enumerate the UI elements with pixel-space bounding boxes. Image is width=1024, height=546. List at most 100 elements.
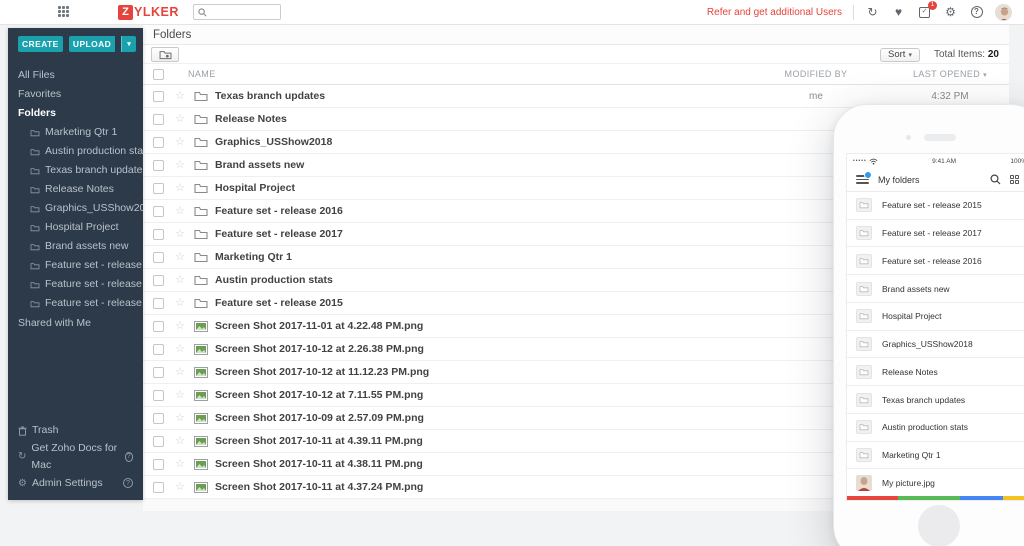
favorite-star-icon[interactable]: ☆ [175, 412, 187, 424]
list-item[interactable]: Graphics_USShow2018 [847, 331, 1024, 359]
favorite-star-icon[interactable]: ☆ [175, 366, 187, 378]
sidebar-item-folders[interactable]: Folders [8, 104, 143, 123]
help-button[interactable]: ? [969, 5, 984, 20]
menu-icon[interactable] [856, 171, 872, 184]
search-icon[interactable] [990, 174, 1001, 185]
list-item[interactable]: Feature set - release 2015 [847, 192, 1024, 220]
sidebar-folder-item[interactable]: Marketing Qtr 1 [8, 123, 143, 142]
user-avatar[interactable] [995, 3, 1012, 21]
row-checkbox[interactable] [153, 251, 164, 263]
upload-button[interactable]: UPLOAD [68, 36, 116, 52]
help-circle-icon[interactable]: ? [123, 478, 133, 489]
row-checkbox[interactable] [153, 297, 164, 309]
favorite-star-icon[interactable]: ☆ [175, 90, 187, 102]
sidebar-folder-item[interactable]: Feature set - release 2016 [8, 256, 143, 275]
favorite-star-icon[interactable]: ☆ [175, 320, 187, 332]
row-checkbox[interactable] [153, 320, 164, 332]
sidebar-folder-item[interactable]: Feature set - release 2017 [8, 275, 143, 294]
favorite-star-icon[interactable]: ☆ [175, 251, 187, 263]
apps-grid-icon[interactable] [58, 6, 70, 18]
sidebar-folder-item[interactable]: Release Notes [8, 180, 143, 199]
row-checkbox[interactable] [153, 205, 164, 217]
help-circle-icon[interactable]: ? [124, 452, 133, 462]
file-name: Feature set - release 2015 [215, 297, 343, 309]
row-checkbox[interactable] [153, 458, 164, 470]
list-item[interactable]: Hospital Project [847, 303, 1024, 331]
row-checkbox[interactable] [153, 481, 164, 493]
favorite-star-icon[interactable]: ☆ [175, 343, 187, 355]
folder-icon [194, 275, 208, 285]
list-item[interactable]: Release Notes [847, 358, 1024, 387]
row-checkbox[interactable] [153, 113, 164, 125]
sidebar-folder-item[interactable]: Feature set - release 2015 [8, 294, 143, 313]
list-item[interactable]: Texas branch updates [847, 386, 1024, 414]
column-header-last-opened[interactable]: LAST OPENED ▾ [891, 69, 1009, 79]
sync-button[interactable]: ↻ [865, 5, 880, 20]
list-item[interactable]: Austin production stats [847, 414, 1024, 442]
row-checkbox[interactable] [153, 90, 164, 102]
tasks-button[interactable]: ✓ 1 [917, 0, 937, 20]
row-checkbox[interactable] [153, 412, 164, 424]
list-item[interactable]: My picture.jpg [847, 469, 1024, 496]
feedback-heart-icon: ♥ [894, 5, 903, 19]
row-checkbox[interactable] [153, 136, 164, 148]
favorite-star-icon[interactable]: ☆ [175, 435, 187, 447]
sort-button[interactable]: Sort ▾ [880, 47, 920, 62]
sidebar-folder-label: Feature set - release 2015 [45, 297, 143, 309]
row-checkbox[interactable] [153, 274, 164, 286]
settings-button[interactable]: ⚙ [943, 5, 958, 20]
favorite-star-icon[interactable]: ☆ [175, 389, 187, 401]
sidebar-folder-item[interactable]: Austin production stats [8, 142, 143, 161]
sidebar-item-all-files[interactable]: All Files [8, 66, 143, 85]
new-folder-button[interactable] [151, 47, 179, 62]
favorite-star-icon[interactable]: ☆ [175, 205, 187, 217]
upload-dropdown-button[interactable]: ▾ [121, 36, 136, 52]
select-all-checkbox[interactable] [153, 68, 164, 80]
image-file-icon [194, 412, 208, 424]
list-item[interactable]: Feature set - release 2017 [847, 220, 1024, 248]
list-item[interactable]: Marketing Qtr 1 [847, 442, 1024, 470]
favorite-star-icon[interactable]: ☆ [175, 274, 187, 286]
sidebar-item-shared-with-me[interactable]: Shared with Me [8, 314, 143, 333]
sidebar: CREATE UPLOAD ▾ All Files Favorites Fold… [8, 28, 143, 500]
sidebar-item-admin-settings[interactable]: ⚙ Admin Settings ? [18, 475, 133, 493]
sidebar-item-favorites[interactable]: Favorites [8, 85, 143, 104]
list-item[interactable]: Brand assets new [847, 275, 1024, 303]
row-checkbox[interactable] [153, 435, 164, 447]
search-box[interactable] [192, 4, 281, 20]
refer-link[interactable]: Refer and get additional Users [707, 7, 842, 18]
sidebar-folder-label: Texas branch updates [45, 164, 143, 176]
feedback-button[interactable]: ♥ [891, 5, 906, 20]
sidebar-folder-item[interactable]: Graphics_USShow2018 [8, 199, 143, 218]
phone-home-button[interactable] [918, 505, 960, 546]
sidebar-folder-item[interactable]: Brand assets new [8, 237, 143, 256]
gear-icon: ⚙ [18, 477, 27, 489]
list-item[interactable]: Feature set - release 2016 [847, 247, 1024, 276]
favorite-star-icon[interactable]: ☆ [175, 297, 187, 309]
row-checkbox[interactable] [153, 228, 164, 240]
favorite-star-icon[interactable]: ☆ [175, 113, 187, 125]
sidebar-folder-item[interactable]: Hospital Project [8, 218, 143, 237]
question-icon: ? [970, 6, 983, 18]
sidebar-item-trash[interactable]: Trash [18, 422, 133, 440]
folder-icon [856, 420, 872, 435]
favorite-star-icon[interactable]: ☆ [175, 182, 187, 194]
row-checkbox[interactable] [153, 182, 164, 194]
favorite-star-icon[interactable]: ☆ [175, 228, 187, 240]
row-checkbox[interactable] [153, 343, 164, 355]
favorite-star-icon[interactable]: ☆ [175, 159, 187, 171]
file-name: Screen Shot 2017-10-11 at 4.39.11 PM.png [215, 435, 423, 447]
search-input[interactable] [209, 7, 276, 17]
grid-view-icon[interactable] [1009, 174, 1020, 185]
column-header-modified-by[interactable]: MODIFIED BY [741, 69, 891, 79]
row-checkbox[interactable] [153, 389, 164, 401]
favorite-star-icon[interactable]: ☆ [175, 481, 187, 493]
create-button[interactable]: CREATE [18, 36, 63, 52]
favorite-star-icon[interactable]: ☆ [175, 458, 187, 470]
favorite-star-icon[interactable]: ☆ [175, 136, 187, 148]
sidebar-item-zoho-docs-mac[interactable]: ↻ Get Zoho Docs for Mac ? [18, 440, 133, 475]
row-checkbox[interactable] [153, 366, 164, 378]
row-checkbox[interactable] [153, 159, 164, 171]
column-header-name[interactable]: NAME [188, 69, 741, 79]
sidebar-folder-item[interactable]: Texas branch updates [8, 161, 143, 180]
